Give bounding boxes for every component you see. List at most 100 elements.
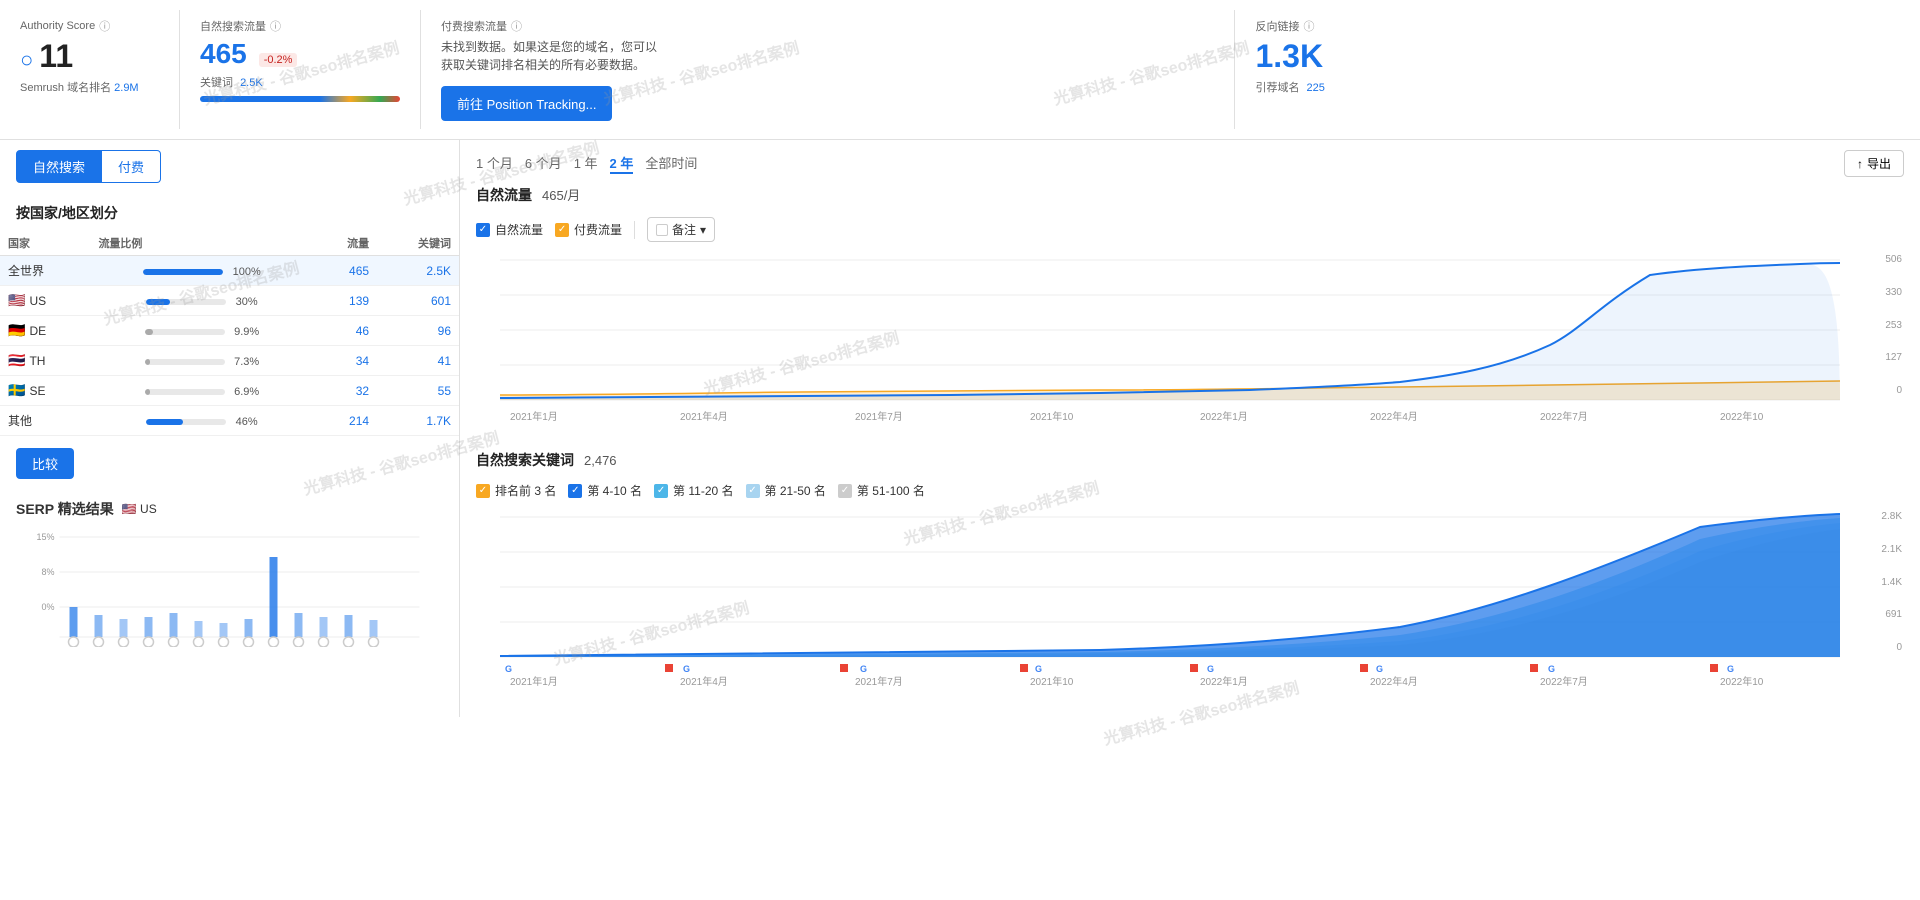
country-bar-cell: 7.3%: [90, 346, 313, 376]
rank-legend-item-4[interactable]: ✓ 第 51-100 名: [838, 482, 925, 499]
table-row[interactable]: 🇺🇸US 30% 139 601: [0, 286, 459, 316]
info-icon[interactable]: ⓘ: [99, 18, 110, 34]
svg-text:2022年4月: 2022年4月: [1370, 675, 1418, 687]
serp-chart-svg: 15% 8% 0%: [16, 527, 443, 647]
organic-traffic-label: 自然搜索流量 ⓘ: [200, 18, 400, 34]
time-2year[interactable]: 2 年: [610, 153, 634, 174]
country-table: 国家 流量比例 流量 关键词 全世界 100% 465 2.5K 🇺🇸US 30…: [0, 231, 459, 436]
authority-score-value: 11: [39, 38, 73, 75]
country-name-cell: 其他: [0, 406, 90, 436]
backlinks-block: 反向链接 ⓘ 1.3K 引荐域名 225: [1235, 10, 1920, 129]
svg-text:G: G: [1548, 664, 1555, 674]
tab-paid[interactable]: 付费: [102, 150, 161, 183]
legend-paid[interactable]: ✓ 付费流量: [555, 221, 622, 238]
paid-traffic-label: 付费搜索流量 ⓘ: [441, 18, 1214, 34]
legend-organic[interactable]: ✓ 自然流量: [476, 221, 543, 238]
serp-chart: 15% 8% 0%: [16, 527, 443, 647]
authority-score-circle-icon: ○: [20, 47, 33, 73]
semrush-rank-link[interactable]: 2.9M: [114, 82, 138, 94]
svg-text:2022年1月: 2022年1月: [1200, 675, 1248, 687]
svg-text:8%: 8%: [41, 567, 54, 577]
authority-score-label: Authority Score ⓘ: [20, 18, 159, 34]
rank-legend-item-2[interactable]: ✓ 第 11-20 名: [654, 482, 733, 499]
right-panel: 1 个月 6 个月 1 年 2 年 全部时间 ↑ 导出 自然流量 465/月 ✓…: [460, 140, 1920, 717]
metrics-bar: Authority Score ⓘ ○ 11 Semrush 域名排名 2.9M…: [0, 0, 1920, 140]
serp-title: SERP 精选结果 🇺🇸 US: [16, 499, 443, 519]
svg-text:0%: 0%: [41, 602, 54, 612]
table-row[interactable]: 其他 46% 214 1.7K: [0, 406, 459, 436]
paid-traffic-block: 付费搜索流量 ⓘ 未找到数据。如果这是您的域名，您可以获取关键词排名相关的所有必…: [421, 10, 1235, 129]
country-traffic-cell: 32: [314, 376, 378, 406]
legend-divider: [634, 221, 635, 239]
table-row[interactable]: 🇹🇭TH 7.3% 34 41: [0, 346, 459, 376]
rank-legend: ✓ 排名前 3 名 ✓ 第 4-10 名 ✓ 第 11-20 名 ✓ 第 21-…: [476, 482, 1904, 499]
country-traffic-cell: 34: [314, 346, 378, 376]
keywords-chart-section: 自然搜索关键词 2,476 ✓ 排名前 3 名 ✓ 第 4-10 名 ✓ 第 1…: [476, 450, 1904, 687]
referring-domains-link[interactable]: 225: [1307, 82, 1325, 94]
keywords-chart-value: 2,476: [584, 453, 617, 468]
authority-score-block: Authority Score ⓘ ○ 11 Semrush 域名排名 2.9M: [0, 10, 180, 129]
info-icon-organic[interactable]: ⓘ: [270, 18, 281, 34]
country-traffic-cell: 214: [314, 406, 378, 436]
country-keywords-cell: 601: [377, 286, 459, 316]
legend-paid-check: ✓: [555, 223, 569, 237]
rank-legend-item-3[interactable]: ✓ 第 21-50 名: [746, 482, 826, 499]
country-keywords-cell: 96: [377, 316, 459, 346]
time-controls: 1 个月 6 个月 1 年 2 年 全部时间 ↑ 导出: [476, 150, 1904, 177]
rank-check-0: ✓: [476, 484, 490, 498]
table-row[interactable]: 🇩🇪DE 9.9% 46 96: [0, 316, 459, 346]
time-all[interactable]: 全部时间: [645, 153, 697, 174]
traffic-progress-bar: [200, 96, 400, 102]
info-icon-paid[interactable]: ⓘ: [511, 18, 522, 34]
country-name-cell: 🇸🇪SE: [0, 376, 90, 406]
chevron-down-icon: ▾: [700, 223, 706, 237]
table-row[interactable]: 🇸🇪SE 6.9% 32 55: [0, 376, 459, 406]
svg-text:G: G: [1376, 664, 1383, 674]
country-name-cell: 全世界: [0, 256, 90, 286]
col-keywords: 关键词: [377, 231, 459, 256]
svg-text:G: G: [1207, 664, 1214, 674]
rank-check-1: ✓: [568, 484, 582, 498]
country-name-cell: 🇺🇸US: [0, 286, 90, 316]
country-keywords-cell: 41: [377, 346, 459, 376]
paid-no-data-text: 未找到数据。如果这是您的域名，您可以获取关键词排名相关的所有必要数据。: [441, 38, 661, 74]
backlinks-label: 反向链接 ⓘ: [1255, 18, 1900, 34]
svg-text:2021年10: 2021年10: [1030, 675, 1074, 687]
time-1month[interactable]: 1 个月: [476, 153, 513, 174]
serp-flag: 🇺🇸 US: [122, 502, 157, 516]
svg-text:2021年4月: 2021年4月: [680, 675, 728, 687]
tab-bar: 自然搜索 付费: [0, 150, 459, 183]
rank-legend-item-1[interactable]: ✓ 第 4-10 名: [568, 482, 642, 499]
country-bar-cell: 100%: [90, 256, 313, 286]
table-row[interactable]: 全世界 100% 465 2.5K: [0, 256, 459, 286]
position-tracking-button[interactable]: 前往 Position Tracking...: [441, 86, 612, 121]
annotation-dropdown[interactable]: 备注 ▾: [647, 217, 715, 242]
country-keywords-cell: 2.5K: [377, 256, 459, 286]
chart1-legend: ✓ 自然流量 ✓ 付费流量 备注 ▾: [476, 217, 1904, 242]
rank-legend-item-0[interactable]: ✓ 排名前 3 名: [476, 482, 556, 499]
chart1-wrapper: 2021年1月 2021年4月 2021年7月 2021年10 2022年1月 …: [476, 250, 1904, 430]
tab-organic[interactable]: 自然搜索: [16, 150, 102, 183]
keywords-chart-title: 自然搜索关键词: [476, 450, 574, 470]
time-1year[interactable]: 1 年: [574, 153, 598, 174]
export-icon: ↑: [1857, 157, 1863, 171]
svg-text:2021年1月: 2021年1月: [510, 410, 558, 423]
chart1-y-axis: 506 330 253 127 0: [1868, 250, 1904, 400]
svg-text:15%: 15%: [36, 532, 54, 542]
main-content: 自然搜索 付费 按国家/地区划分 国家 流量比例 流量 关键词 全世界 100%: [0, 140, 1920, 717]
time-6month[interactable]: 6 个月: [525, 153, 562, 174]
keywords-value-link[interactable]: 2.5K: [240, 77, 263, 89]
country-name-cell: 🇩🇪DE: [0, 316, 90, 346]
svg-text:2021年10: 2021年10: [1030, 410, 1074, 423]
chart2-wrapper: G G G G G G G G 2021年1月: [476, 507, 1904, 687]
country-keywords-cell: 1.7K: [377, 406, 459, 436]
svg-text:2021年7月: 2021年7月: [855, 410, 903, 423]
svg-text:2021年4月: 2021年4月: [680, 410, 728, 423]
svg-text:G: G: [860, 664, 867, 674]
export-button[interactable]: ↑ 导出: [1844, 150, 1904, 177]
info-icon-backlinks[interactable]: ⓘ: [1303, 18, 1314, 34]
organic-traffic-badge: -0.2%: [259, 53, 298, 67]
compare-button[interactable]: 比较: [16, 448, 74, 479]
country-bar-cell: 9.9%: [90, 316, 313, 346]
rank-check-3: ✓: [746, 484, 760, 498]
